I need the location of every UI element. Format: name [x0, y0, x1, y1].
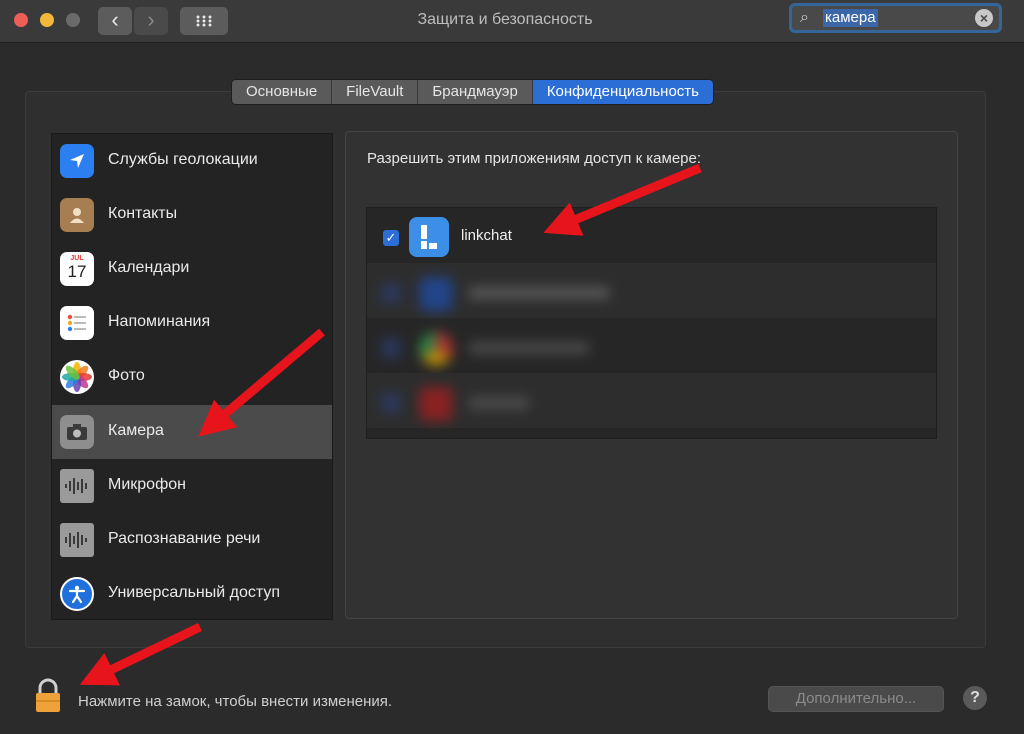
lock-icon[interactable]: [32, 678, 64, 714]
annotation-arrows: [79, 163, 702, 686]
help-button[interactable]: ?: [963, 686, 987, 710]
arrow-to-lock: [79, 622, 202, 686]
advanced-button[interactable]: Дополнительно...: [768, 686, 944, 712]
arrow-to-camera: [198, 328, 325, 437]
lock-hint-text: Нажмите на замок, чтобы внести изменения…: [78, 693, 393, 710]
arrow-to-linkchat: [543, 163, 702, 236]
